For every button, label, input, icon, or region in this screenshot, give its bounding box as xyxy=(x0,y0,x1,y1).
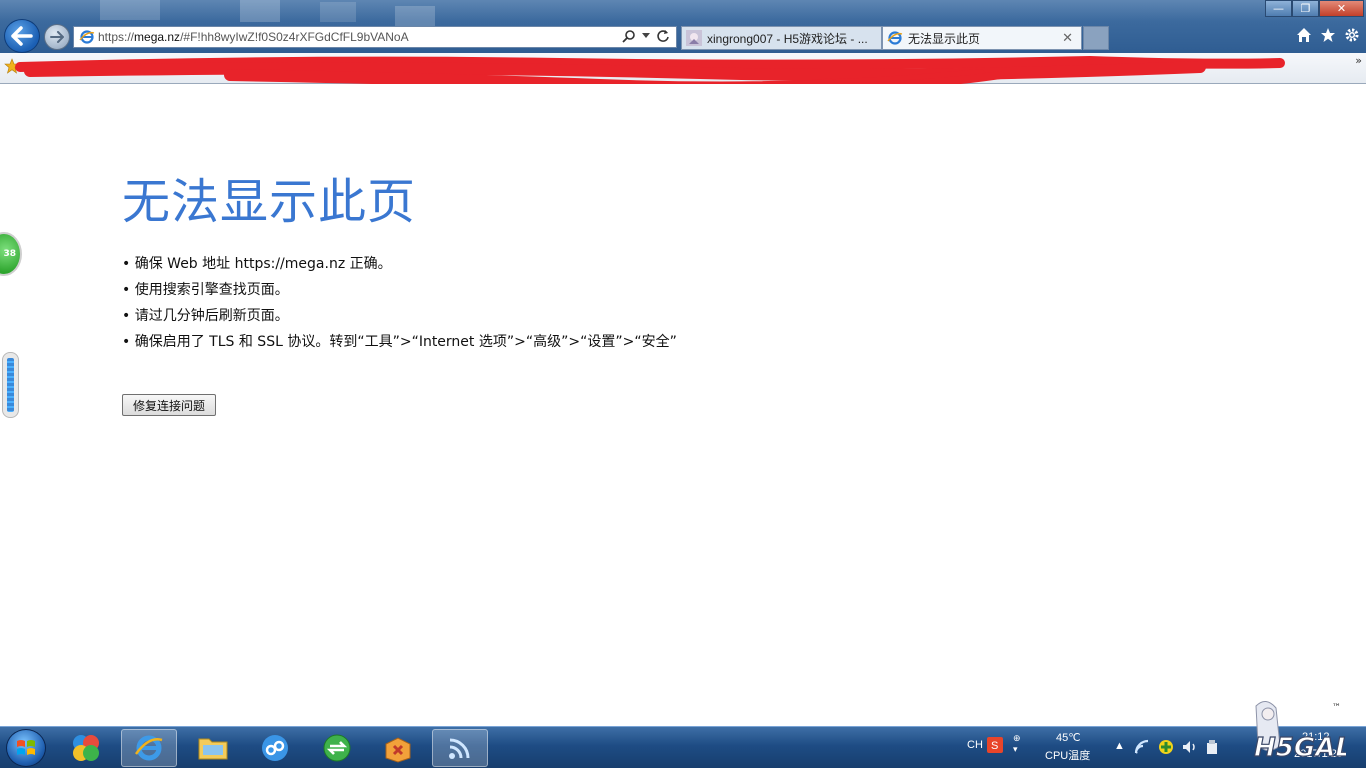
browser-titlebar: https://mega.nz/#F!hh8wyIwZ!f0S0z4rXFGdC… xyxy=(0,0,1366,53)
cloud-app-icon xyxy=(262,735,288,761)
forward-button[interactable] xyxy=(44,24,70,50)
tab-close-icon[interactable]: ✕ xyxy=(1062,30,1073,46)
green-refresh-icon xyxy=(323,734,351,762)
forum-favicon-icon xyxy=(686,30,702,46)
folder-icon xyxy=(198,738,228,760)
search-icon[interactable] xyxy=(622,29,636,43)
taskbar: CH S ⊕ ▾ 45℃ CPU温度 ▲ 21:12 2017/1/29 xyxy=(0,726,1366,768)
h5gal-watermark-logo: H5GAL ™ xyxy=(1253,701,1346,764)
security-plus-icon[interactable] xyxy=(1158,739,1174,755)
page-title: 无法显示此页 xyxy=(122,174,417,230)
colorful-app-icon xyxy=(73,735,99,761)
meter-fill xyxy=(7,358,14,412)
fix-connection-button[interactable]: 修复连接问题 xyxy=(122,394,216,416)
taskbar-app-rss[interactable] xyxy=(432,729,488,767)
tip-refresh-later: 请过几分钟后刷新页面。 xyxy=(122,306,677,332)
ime-options-icon[interactable]: ⊕ ▾ xyxy=(1013,733,1021,755)
tip-check-address: 确保 Web 地址 https://mega.nz 正确。 xyxy=(122,254,677,280)
close-window-button[interactable]: ✕ xyxy=(1319,0,1364,17)
back-button[interactable] xyxy=(4,19,40,53)
address-bar[interactable]: https://mega.nz/#F!hh8wyIwZ!f0S0z4rXFGdC… xyxy=(73,26,677,48)
window-controls: — ❐ ✕ xyxy=(1265,0,1364,17)
arrow-right-icon xyxy=(50,31,64,43)
taskbar-app-colorful[interactable] xyxy=(58,729,114,767)
home-icon[interactable] xyxy=(1296,27,1312,43)
network-icon[interactable] xyxy=(1134,739,1150,755)
box-app-icon xyxy=(385,737,411,763)
browser-toolbar-right xyxy=(1296,27,1360,43)
chevron-down-icon[interactable] xyxy=(642,33,650,39)
maximize-button[interactable]: ❐ xyxy=(1292,0,1319,17)
windows-logo-icon xyxy=(17,740,35,755)
ie-tab-icon xyxy=(887,31,903,45)
favorites-star-icon[interactable] xyxy=(1320,27,1336,43)
sogou-ime-icon[interactable]: S xyxy=(987,737,1003,753)
taskbar-app-box[interactable] xyxy=(370,729,426,767)
ime-indicator[interactable]: CH xyxy=(967,739,983,751)
taskbar-app-explorer[interactable] xyxy=(185,729,241,767)
ie-taskbar-icon xyxy=(134,735,163,761)
taskbar-app-ie[interactable] xyxy=(121,729,177,767)
tip-enable-tls-ssl: 确保启用了 TLS 和 SSL 协议。转到“工具”>“Internet 选项”>… xyxy=(122,332,677,358)
rss-feed-icon xyxy=(449,738,470,759)
address-url: https://mega.nz/#F!hh8wyIwZ!f0S0z4rXFGdC… xyxy=(98,30,409,44)
svg-text:S: S xyxy=(991,740,998,752)
favorites-bar: » xyxy=(0,53,1366,96)
tab-error-page[interactable]: 无法显示此页 ✕ xyxy=(882,26,1082,50)
minimize-button[interactable]: — xyxy=(1265,0,1292,17)
side-float-meter[interactable] xyxy=(2,352,19,418)
svg-text:H5GAL: H5GAL xyxy=(1254,733,1346,763)
volume-icon[interactable] xyxy=(1182,739,1198,755)
taskbar-app-cloud[interactable] xyxy=(247,729,303,767)
favorites-more-icon[interactable]: » xyxy=(1355,54,1362,67)
cpu-temperature: 45℃ xyxy=(1056,732,1081,744)
start-button[interactable] xyxy=(6,729,46,767)
troubleshooting-tips: 确保 Web 地址 https://mega.nz 正确。 使用搜索引擎查找页面… xyxy=(122,254,677,358)
side-float-badge[interactable]: 38 xyxy=(0,232,22,276)
error-page: 无法显示此页 确保 Web 地址 https://mega.nz 正确。 使用搜… xyxy=(0,84,1366,726)
arrow-left-icon xyxy=(11,26,33,46)
usb-device-icon[interactable] xyxy=(1205,739,1219,755)
cpu-temperature-label: CPU温度 xyxy=(1045,750,1091,762)
ie-page-icon xyxy=(79,30,95,44)
taskbar-app-green-refresh[interactable] xyxy=(309,729,365,767)
tip-search-engine: 使用搜索引擎查找页面。 xyxy=(122,280,677,306)
gear-icon[interactable] xyxy=(1344,27,1360,43)
new-tab-button[interactable] xyxy=(1083,26,1109,50)
tab-h5-forum[interactable]: xingrong007 - H5游戏论坛 - ... xyxy=(681,26,882,50)
tray-expand-icon[interactable]: ▲ xyxy=(1114,740,1125,752)
refresh-icon[interactable] xyxy=(656,29,670,43)
svg-text:™: ™ xyxy=(1332,703,1341,713)
